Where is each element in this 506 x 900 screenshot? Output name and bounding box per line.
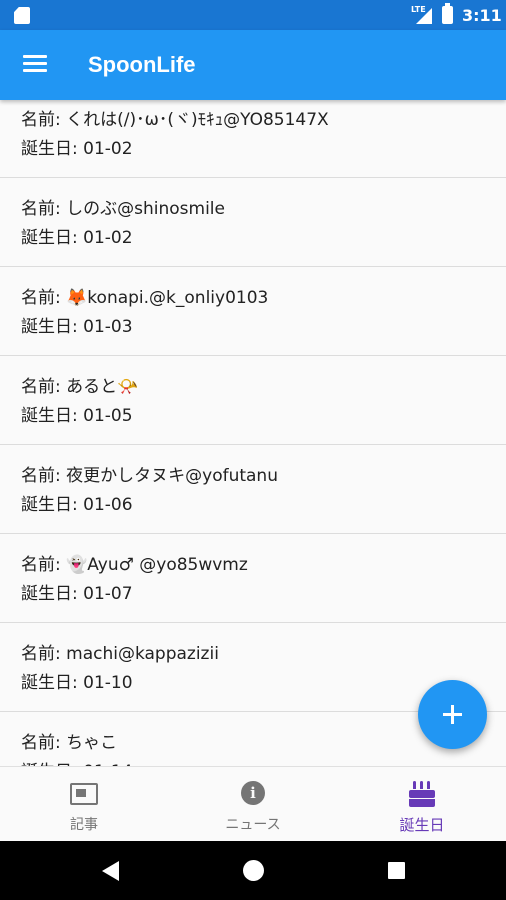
member-name: 名前: machi@kappazizii <box>21 644 219 664</box>
birthday-card[interactable]: 名前: 🦊konapi.@k_onliy0103 誕生日: 01-03 <box>0 267 506 356</box>
member-birthday: 誕生日: 01-03 <box>21 317 133 337</box>
menu-icon[interactable] <box>23 55 47 75</box>
system-navigation-bar <box>0 841 506 900</box>
battery-icon <box>442 3 453 24</box>
member-birthday: 誕生日: 01-02 <box>21 139 133 159</box>
back-icon[interactable] <box>102 861 119 881</box>
member-name: 名前: 🦊konapi.@k_onliy0103 <box>21 288 269 308</box>
app-title: SpoonLife <box>88 52 196 77</box>
sim-card-icon <box>14 7 30 24</box>
nav-item-birthdays[interactable]: 誕生日 <box>338 767 506 842</box>
recents-icon[interactable] <box>388 862 405 879</box>
birthday-card[interactable]: 名前: くれは(/)･ω･(ヾ)ﾓｷｭ@YO85147X 誕生日: 01-02 <box>0 100 506 178</box>
member-name: 名前: 夜更かしタヌキ@yofutanu <box>21 466 278 486</box>
app-bar: SpoonLife <box>0 30 506 100</box>
member-name: 名前: くれは(/)･ω･(ヾ)ﾓｷｭ@YO85147X <box>21 110 329 130</box>
article-icon <box>70 783 98 805</box>
member-name: 名前: あると📯 <box>21 377 139 397</box>
nav-label: ニュース <box>225 817 281 833</box>
add-birthday-button[interactable] <box>418 680 487 749</box>
nav-item-articles[interactable]: 記事 <box>0 767 168 842</box>
status-bar: LTE 3:11 <box>0 0 506 30</box>
nav-item-news[interactable]: i ニュース <box>169 767 337 842</box>
birthday-list[interactable]: 名前: くれは(/)･ω･(ヾ)ﾓｷｭ@YO85147X 誕生日: 01-02 … <box>0 100 506 766</box>
member-birthday: 誕生日: 01-14 <box>21 758 506 766</box>
birthday-card[interactable]: 名前: あると📯 誕生日: 01-05 <box>0 356 506 445</box>
member-birthday: 誕生日: 01-05 <box>21 406 133 426</box>
signal-icon <box>416 8 432 24</box>
member-birthday: 誕生日: 01-02 <box>21 228 133 248</box>
member-birthday: 誕生日: 01-07 <box>21 584 133 604</box>
member-name: 名前: しのぶ@shinosmile <box>21 199 225 219</box>
cake-icon <box>409 781 435 807</box>
birthday-card[interactable]: 名前: 夜更かしタヌキ@yofutanu 誕生日: 01-06 <box>0 445 506 534</box>
birthday-card[interactable]: 名前: しのぶ@shinosmile 誕生日: 01-02 <box>0 178 506 267</box>
nav-label: 誕生日 <box>399 816 445 834</box>
member-birthday: 誕生日: 01-06 <box>21 495 133 515</box>
status-time: 3:11 <box>462 6 502 25</box>
birthday-card[interactable]: 名前: 👻Ayu♂ @yo85wvmz 誕生日: 01-07 <box>0 534 506 623</box>
member-name: 名前: 👻Ayu♂ @yo85wvmz <box>21 555 248 575</box>
info-icon: i <box>241 781 265 805</box>
nav-label: 記事 <box>70 817 98 833</box>
bottom-navigation: 記事 i ニュース 誕生日 <box>0 766 506 841</box>
home-icon[interactable] <box>243 860 264 881</box>
